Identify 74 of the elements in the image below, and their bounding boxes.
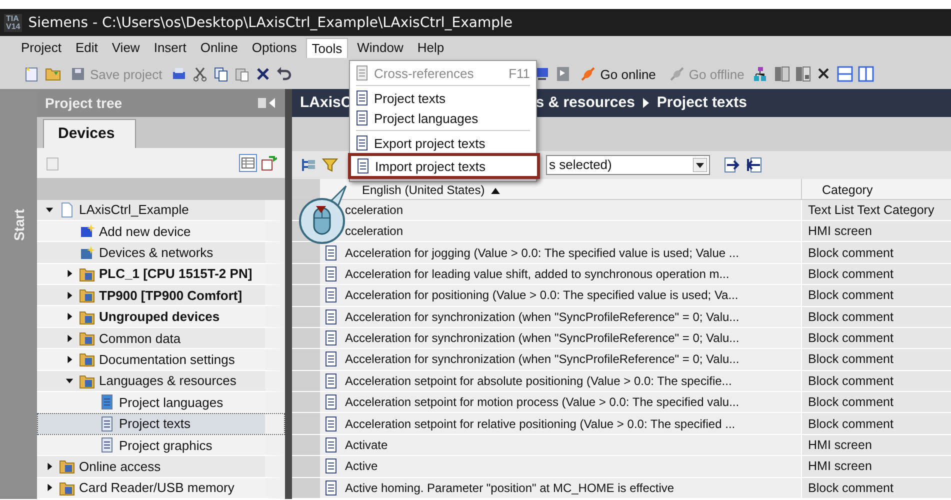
table-cell: Block comment: [801, 306, 951, 327]
table-cell-text: Acceleration setpoint for motion process (Value > 0.0: The specified valu...: [344, 395, 740, 410]
table-cell: Block comment: [801, 413, 951, 434]
tree-item[interactable]: TP900 [TP900 Comfort]: [37, 285, 285, 306]
table-cell-text: Acceleration setpoint for relative positioning (Value > 0.0: The specified ...: [344, 416, 736, 431]
menu-item[interactable]: Online: [195, 38, 243, 57]
table-row[interactable]: cceleration Text List Text Category: [292, 200, 951, 221]
table-cell: Block comment: [801, 242, 951, 263]
table-cell-text: Acceleration for synchronization (when "SyncProfileReference" = 0; Valu...: [344, 331, 740, 346]
table-cell-text: Active homing. Parameter "position" at MC_HOME is effective: [344, 480, 676, 495]
table-cell: Block comment: [801, 478, 951, 498]
go-online-button[interactable]: Go online: [576, 66, 660, 82]
table-row[interactable]: cceleration HMI screen: [292, 220, 951, 242]
tree-item[interactable]: Project languages: [37, 392, 285, 414]
table-row[interactable]: Acceleration for synchronization (when "SyncProfileReference" = 0; Valu... Block comment: [292, 306, 951, 328]
table-row[interactable]: Acceleration for positioning (Value > 0.0: The specified value is used; Va... Block comment: [292, 285, 951, 306]
table-cell: Text List Text Category: [801, 200, 951, 220]
table-cell-text: Acceleration for positioning (Value > 0.0: The specified value is used; Va...: [344, 288, 740, 302]
table-cell-text: Acceleration for synchronization (when "SyncProfileReference" = 0; Valu...: [344, 352, 740, 366]
table-cell: HMI screen: [801, 434, 951, 456]
table-cell: Block comment: [801, 285, 951, 306]
menu-item[interactable]: View: [106, 38, 145, 57]
table-cell: Block comment: [801, 328, 951, 348]
tree-item[interactable]: Card Reader/USB memory: [37, 478, 285, 499]
tree-item[interactable]: Project graphics: [37, 434, 285, 456]
table-cell: HMI screen: [801, 456, 951, 477]
filter-dropdown[interactable]: s selected): [546, 154, 710, 175]
menu-item[interactable]: Tools: [306, 38, 348, 58]
table-cell-text: Active: [344, 459, 379, 474]
window-title: Siemens - C:\Users\os\Desktop\LAxisCtrl_Example\LAxisCtrl_Example: [28, 14, 512, 30]
table-cell-text: Acceleration for jogging (Value > 0.0: The specified value is used; Value ...: [344, 246, 740, 260]
tree-item[interactable]: PLC_1 [CPU 1515T-2 PN]: [37, 264, 285, 286]
menu-item[interactable]: Export project texts: [350, 133, 536, 153]
menu-item[interactable]: Window: [352, 38, 408, 57]
app-logo: TIA V14: [4, 14, 22, 32]
menu-item[interactable]: Project languages: [350, 108, 536, 128]
table-row[interactable]: Acceleration for synchronization (when "SyncProfileReference" = 0; Valu... Block comment: [292, 328, 951, 350]
column-header[interactable]: English (United States): [342, 180, 801, 198]
panel-title: Project tree: [45, 94, 122, 111]
menu-item[interactable]: Project: [16, 38, 66, 57]
table-row[interactable]: Active homing. Parameter "position" at MC_HOME is effective Block comment: [292, 478, 951, 500]
table-row[interactable]: Acceleration setpoint for relative positioning (Value > 0.0: The specified ... Block comment: [292, 413, 951, 435]
table-cell-text: cceleration: [344, 202, 404, 217]
tree-item[interactable]: LAxisCtrl_Example: [37, 200, 285, 221]
devices-tab[interactable]: Devices: [43, 119, 136, 148]
table-row[interactable]: Active HMI screen: [292, 456, 951, 478]
tree-item[interactable]: Common data: [37, 328, 285, 350]
breadcrumb-item[interactable]: Project texts: [656, 94, 747, 112]
tree-item[interactable]: Project texts: [37, 413, 285, 435]
table-row[interactable]: Acceleration for synchronization (when "SyncProfileReference" = 0; Valu... Block comment: [292, 349, 951, 371]
breadcrumb-item[interactable]: LAxisC: [300, 94, 352, 112]
table-cell-text: Acceleration for leading value shift, added to synchronous operation m...: [344, 266, 730, 281]
menu-item[interactable]: Import project texts: [348, 153, 540, 179]
tree-item[interactable]: Languages & resources: [37, 370, 285, 392]
menu-item[interactable]: Insert: [148, 38, 192, 57]
table-cell: Block comment: [801, 370, 951, 392]
table-row[interactable]: Acceleration for leading value shift, added to synchronous operation m... Block comment: [292, 264, 951, 286]
menu-item[interactable]: Project texts: [350, 88, 536, 108]
table-cell: Block comment: [801, 349, 951, 370]
table-row[interactable]: Acceleration setpoint for absolute positioning (Value > 0.0: The specifie... Block comment: [292, 370, 951, 392]
table-row[interactable]: Activate HMI screen: [292, 434, 951, 456]
table-cell: HMI screen: [801, 220, 951, 242]
table-cell: Block comment: [801, 264, 951, 284]
table-row[interactable]: Acceleration setpoint for motion process (Value > 0.0: The specified valu... Block comment: [292, 392, 951, 414]
table-cell-text: Activate: [344, 438, 389, 452]
table-cell-text: cceleration: [344, 224, 404, 238]
menu-item[interactable]: Edit: [70, 38, 103, 57]
table-cell-text: Acceleration for synchronization (when "SyncProfileReference" = 0; Valu...: [344, 310, 740, 324]
menu-item[interactable]: Help: [412, 38, 450, 57]
table-cell-text: Acceleration setpoint for absolute positioning (Value > 0.0: The specifie...: [344, 374, 733, 388]
table-cell: Block comment: [801, 392, 951, 412]
breadcrumb-item[interactable]: s & resources: [536, 94, 635, 112]
menu-item[interactable]: Options: [246, 38, 302, 57]
table-row[interactable]: Acceleration for jogging (Value > 0.0: The specified value is used; Value ... Block comment: [292, 242, 951, 264]
